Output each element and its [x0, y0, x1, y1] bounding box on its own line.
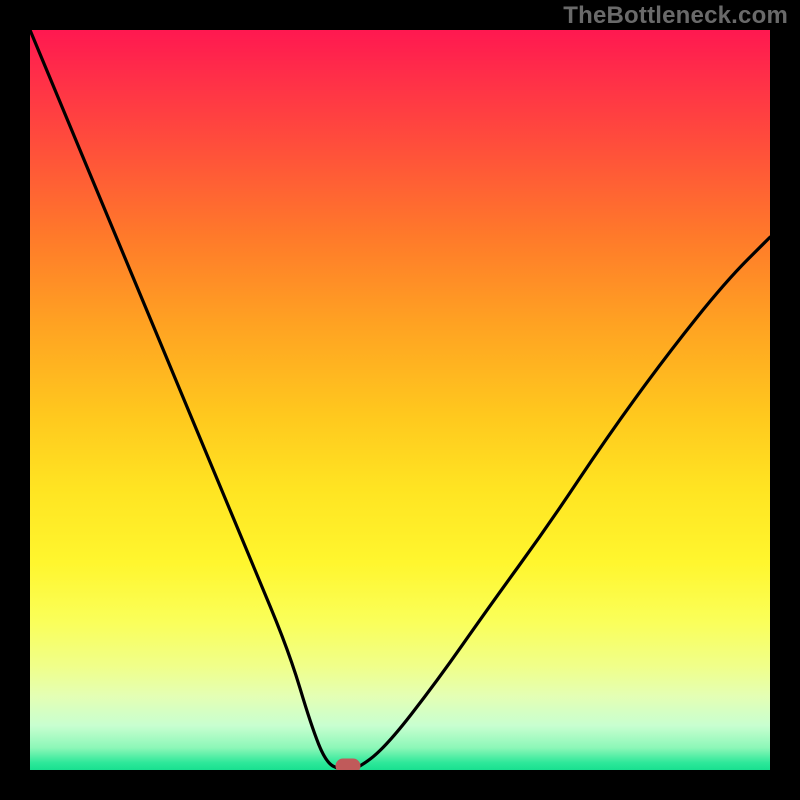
bottleneck-marker: [336, 759, 361, 770]
chart-frame: TheBottleneck.com: [0, 0, 800, 800]
watermark-text: TheBottleneck.com: [563, 2, 788, 30]
bottleneck-curve: [30, 30, 770, 770]
plot-area: [30, 30, 770, 770]
